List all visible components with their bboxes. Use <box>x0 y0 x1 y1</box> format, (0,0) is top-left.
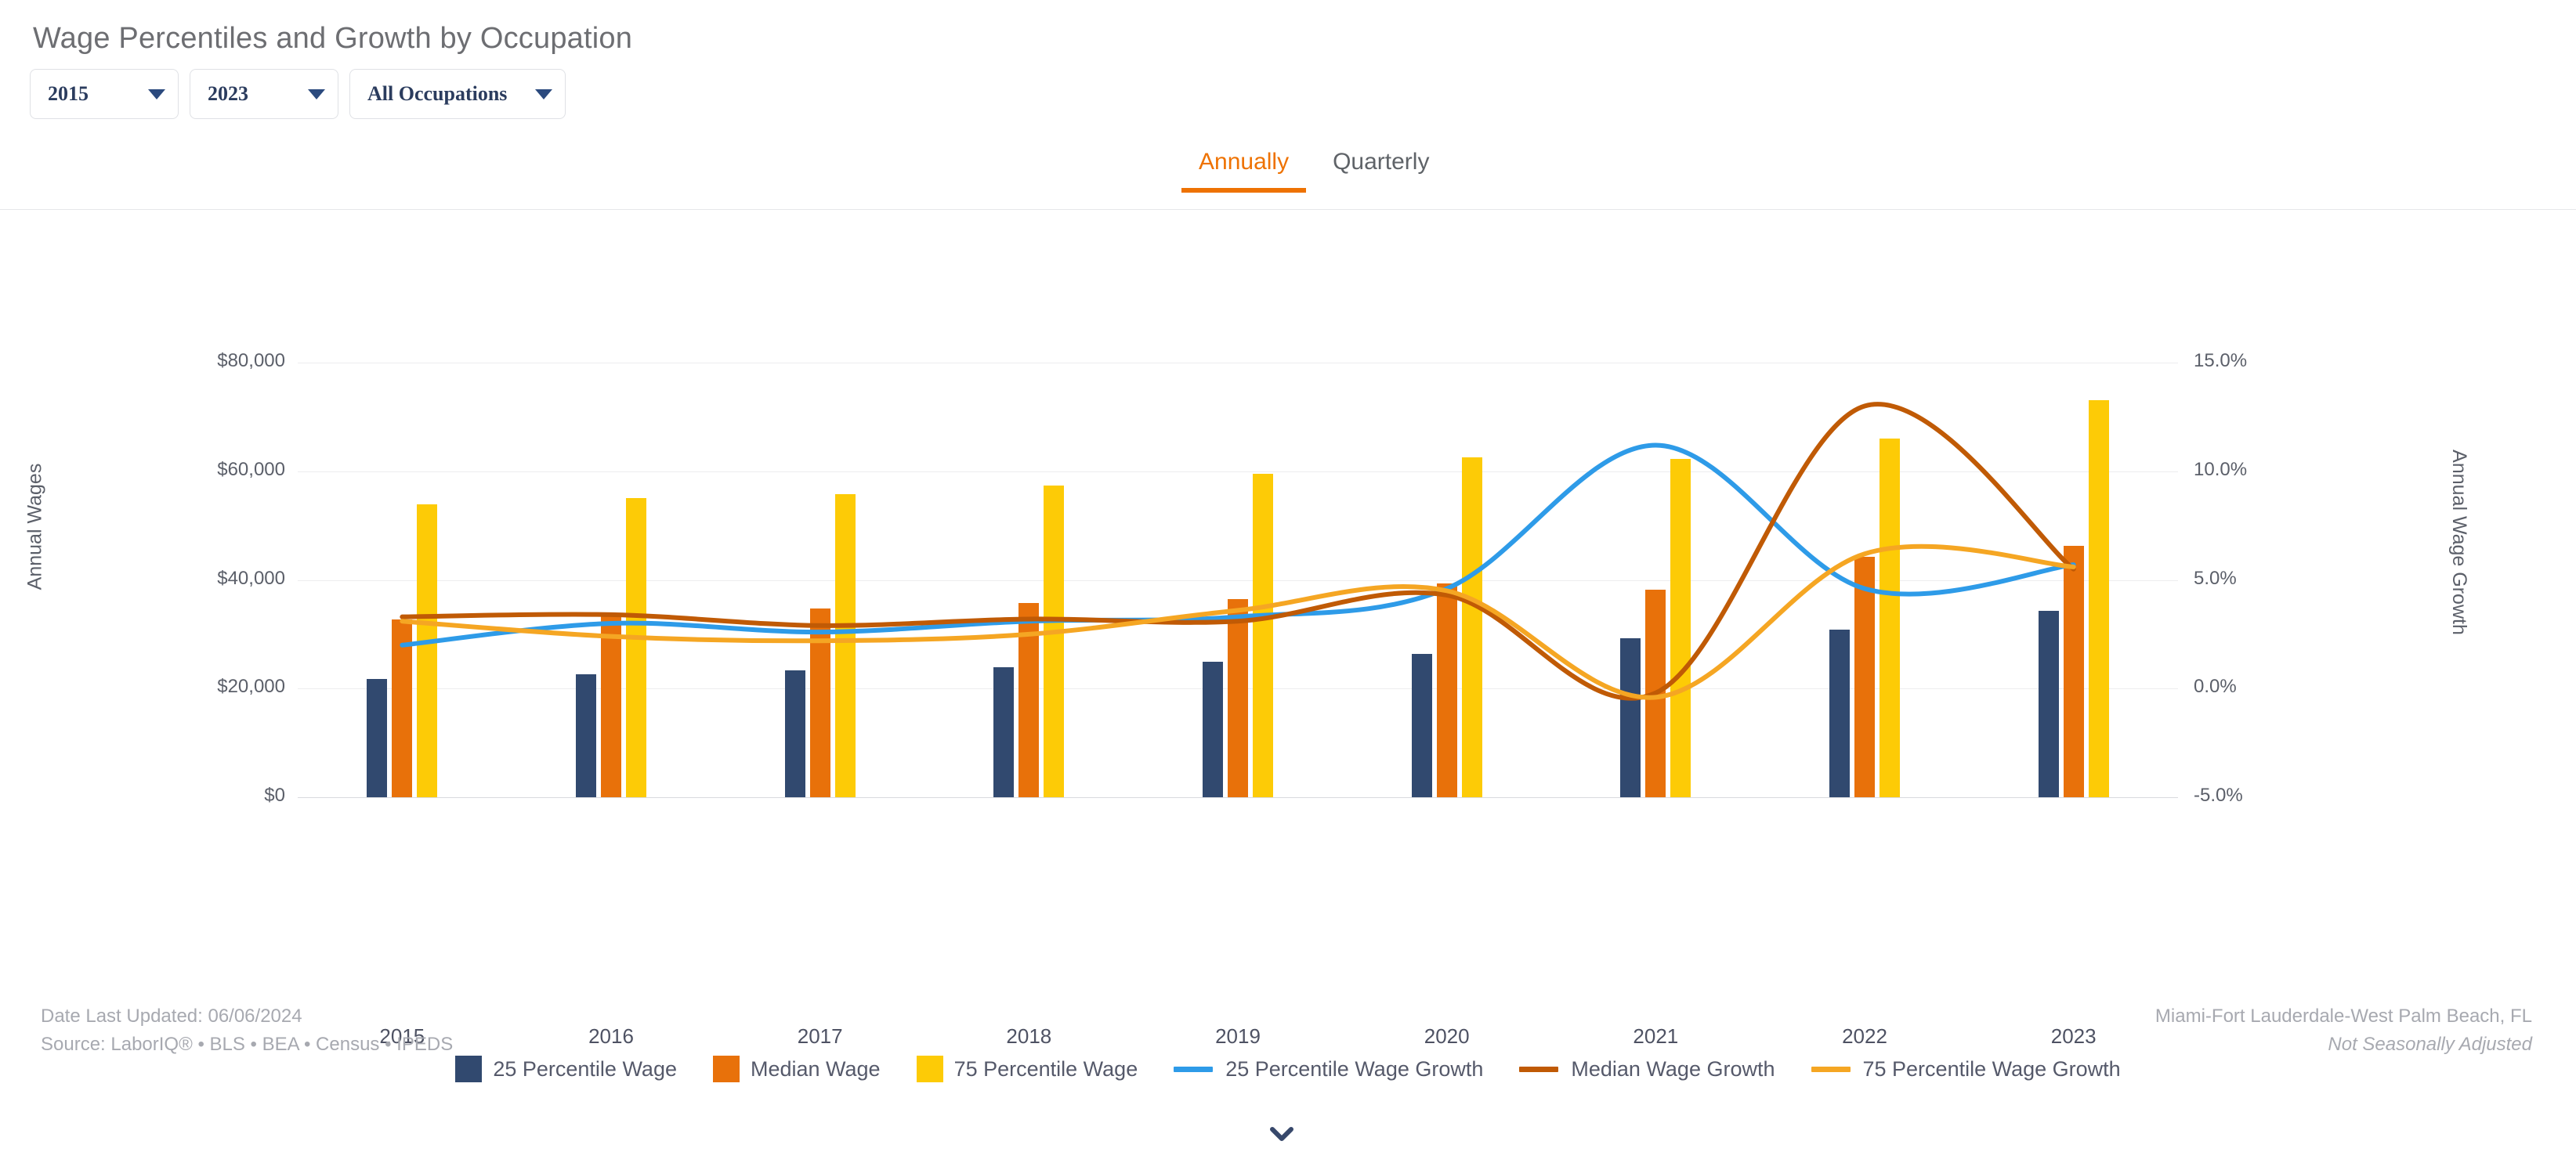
legend-item[interactable]: Median Wage Growth <box>1519 1057 1775 1082</box>
occupation-select[interactable]: All Occupations <box>349 69 566 119</box>
y-axis-left-tick: $20,000 <box>217 676 285 698</box>
legend-label: 25 Percentile Wage Growth <box>1225 1056 1484 1081</box>
legend-label: 75 Percentile Wage Growth <box>1862 1056 2121 1081</box>
chevron-down-icon <box>535 88 552 99</box>
x-axis-tick: 2018 <box>1006 1024 1052 1048</box>
expand-chevron-down-icon[interactable] <box>1264 1117 1299 1151</box>
y-axis-left-tick: $60,000 <box>217 458 285 480</box>
legend-item[interactable]: 25 Percentile Wage Growth <box>1174 1057 1483 1082</box>
legend-line-icon <box>1519 1066 1559 1072</box>
tab-bar: Annually Quarterly <box>0 132 2576 210</box>
legend-item[interactable]: 75 Percentile Wage <box>916 1056 1138 1082</box>
data-source: Source: LaborIQ® • BLS • BEA • Census • … <box>41 1034 454 1055</box>
chart-container: Annual Wages Annual Wage Growth $0 $20,00… <box>0 210 2576 1082</box>
legend-swatch-icon <box>455 1056 483 1082</box>
y-axis-left-tick: $80,000 <box>217 350 285 371</box>
x-axis-tick: 2016 <box>588 1024 634 1048</box>
legend-item[interactable]: 25 Percentile Wage <box>455 1056 677 1082</box>
page-title: Wage Percentiles and Growth by Occupatio… <box>33 22 633 55</box>
legend-line-icon <box>1174 1066 1214 1072</box>
chart-legend: 25 Percentile Wage Median Wage 75 Percenti… <box>0 1056 2576 1082</box>
footer-left: Date Last Updated: 06/06/2024 Source: La… <box>41 1002 453 1059</box>
x-axis-tick: 2020 <box>1424 1024 1470 1048</box>
legend-line-icon <box>1811 1066 1851 1072</box>
end-year-select[interactable]: 2023 <box>190 69 338 119</box>
legend-swatch-icon <box>916 1056 943 1082</box>
region-label: Miami-Fort Lauderdale-West Palm Beach, F… <box>2155 1006 2532 1027</box>
start-year-select[interactable]: 2015 <box>30 69 179 119</box>
tab-list: Annually Quarterly <box>1177 132 1451 193</box>
start-year-value: 2015 <box>48 82 89 105</box>
date-last-updated: Date Last Updated: 06/06/2024 <box>41 1006 302 1027</box>
legend-label: Median Wage <box>750 1056 881 1081</box>
legend-swatch-icon <box>712 1056 740 1082</box>
x-axis-tick: 2021 <box>1633 1024 1679 1048</box>
y-axis-right-tick: 0.0% <box>2194 676 2237 698</box>
legend-label: 25 Percentile Wage <box>493 1056 677 1081</box>
legend-item[interactable]: Median Wage <box>712 1056 881 1082</box>
y-axis-left-tick: $40,000 <box>217 567 285 589</box>
adjustment-label: Not Seasonally Adjusted <box>2328 1034 2532 1055</box>
line-series[interactable] <box>400 402 2076 701</box>
x-axis-tick: 2017 <box>797 1024 843 1048</box>
end-year-value: 2023 <box>208 82 248 105</box>
chevron-down-icon <box>308 88 325 99</box>
y-axis-title-left: Annual Wages <box>24 463 46 590</box>
chart-page: Wage Percentiles and Growth by Occupatio… <box>0 0 2576 1170</box>
y-axis-right-tick: 15.0% <box>2194 350 2248 371</box>
plot-area <box>298 363 2178 798</box>
gridline <box>298 797 2178 798</box>
y-axis-left-tick: $0 <box>264 785 285 806</box>
tab-quarterly[interactable]: Quarterly <box>1311 132 1451 193</box>
x-axis-tick: 2022 <box>1842 1024 1887 1048</box>
legend-label: Median Wage Growth <box>1571 1056 1775 1081</box>
y-axis-right-tick: 5.0% <box>2194 567 2237 589</box>
filter-bar: 2015 2023 All Occupations <box>30 69 566 119</box>
occupation-value: All Occupations <box>367 82 508 105</box>
x-axis-tick: 2019 <box>1215 1024 1261 1048</box>
chevron-down-icon <box>148 88 165 99</box>
y-axis-right-tick: -5.0% <box>2194 785 2243 806</box>
legend-item[interactable]: 75 Percentile Wage Growth <box>1811 1057 2121 1082</box>
line-series-group <box>400 402 2076 701</box>
footer-right: Miami-Fort Lauderdale-West Palm Beach, F… <box>2155 1002 2532 1059</box>
y-axis-title-right: Annual Wage Growth <box>2448 450 2470 635</box>
tab-annually[interactable]: Annually <box>1177 132 1311 193</box>
y-axis-right-tick: 10.0% <box>2194 458 2248 480</box>
legend-label: 75 Percentile Wage <box>953 1056 1138 1081</box>
x-axis-tick: 2023 <box>2050 1024 2097 1048</box>
